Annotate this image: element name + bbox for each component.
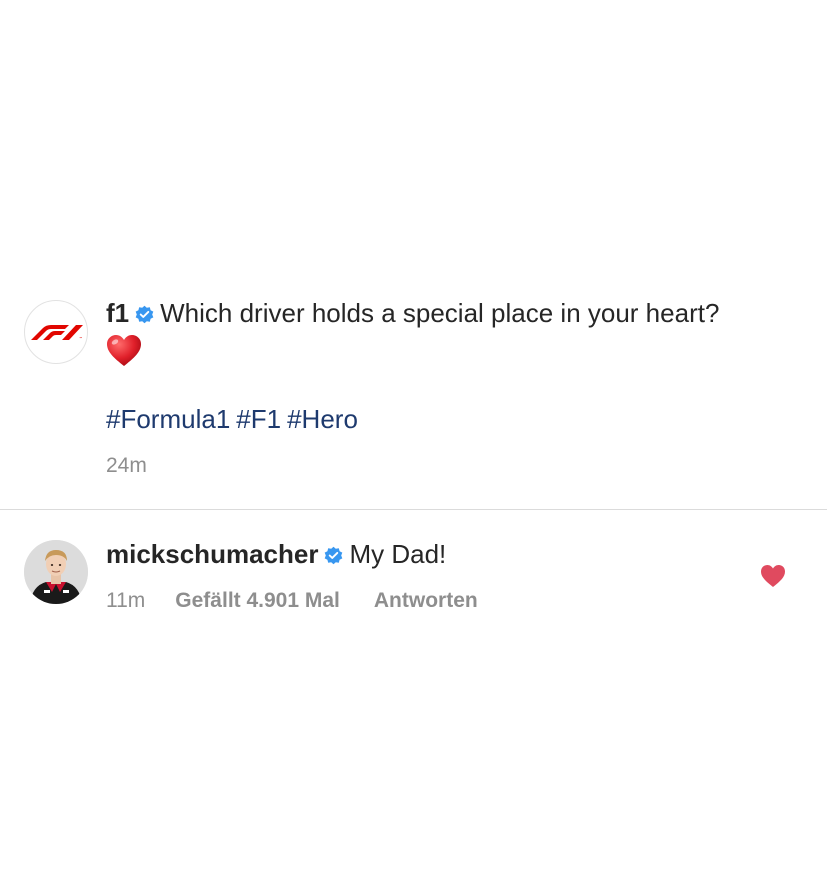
comment-body: My Dad! bbox=[349, 539, 447, 569]
post-timestamp: 24m bbox=[106, 454, 147, 477]
verified-badge-icon bbox=[135, 305, 154, 324]
comment-row: mickschumacher My Dad! 11m Gefällt 4.901 … bbox=[0, 530, 827, 630]
verified-badge-icon bbox=[325, 546, 343, 565]
reply-button[interactable]: Antworten bbox=[374, 589, 478, 612]
f1-logo-icon: ™ bbox=[31, 325, 83, 341]
hashtag-link[interactable]: #F1 bbox=[236, 404, 281, 434]
section-divider bbox=[0, 509, 827, 510]
comment-meta: 11m Gefällt 4.901 Mal Antworten bbox=[106, 589, 478, 613]
post-caption: f1 Which driver holds a special place in… bbox=[106, 296, 806, 330]
comment-timestamp: 11m bbox=[106, 589, 146, 612]
svg-text:™: ™ bbox=[79, 336, 83, 341]
hashtag-link[interactable]: #Hero bbox=[287, 404, 358, 434]
post-hashtags: #Formula1 #F1 #Hero bbox=[106, 402, 364, 436]
f1-avatar[interactable]: ™ bbox=[24, 300, 88, 364]
post-username[interactable]: f1 bbox=[106, 298, 129, 328]
comment-likes-link[interactable]: Gefällt 4.901 Mal bbox=[175, 589, 340, 612]
mickschumacher-avatar[interactable] bbox=[24, 540, 88, 604]
red-heart-emoji-icon bbox=[107, 335, 141, 366]
comment-username[interactable]: mickschumacher bbox=[106, 539, 318, 569]
comment-text-line: mickschumacher My Dad! bbox=[106, 537, 446, 571]
hashtag-link[interactable]: #Formula1 bbox=[106, 404, 230, 434]
like-heart-icon[interactable] bbox=[760, 564, 786, 588]
driver-portrait-icon bbox=[24, 540, 88, 604]
caption-text: Which driver holds a special place in yo… bbox=[160, 298, 720, 328]
